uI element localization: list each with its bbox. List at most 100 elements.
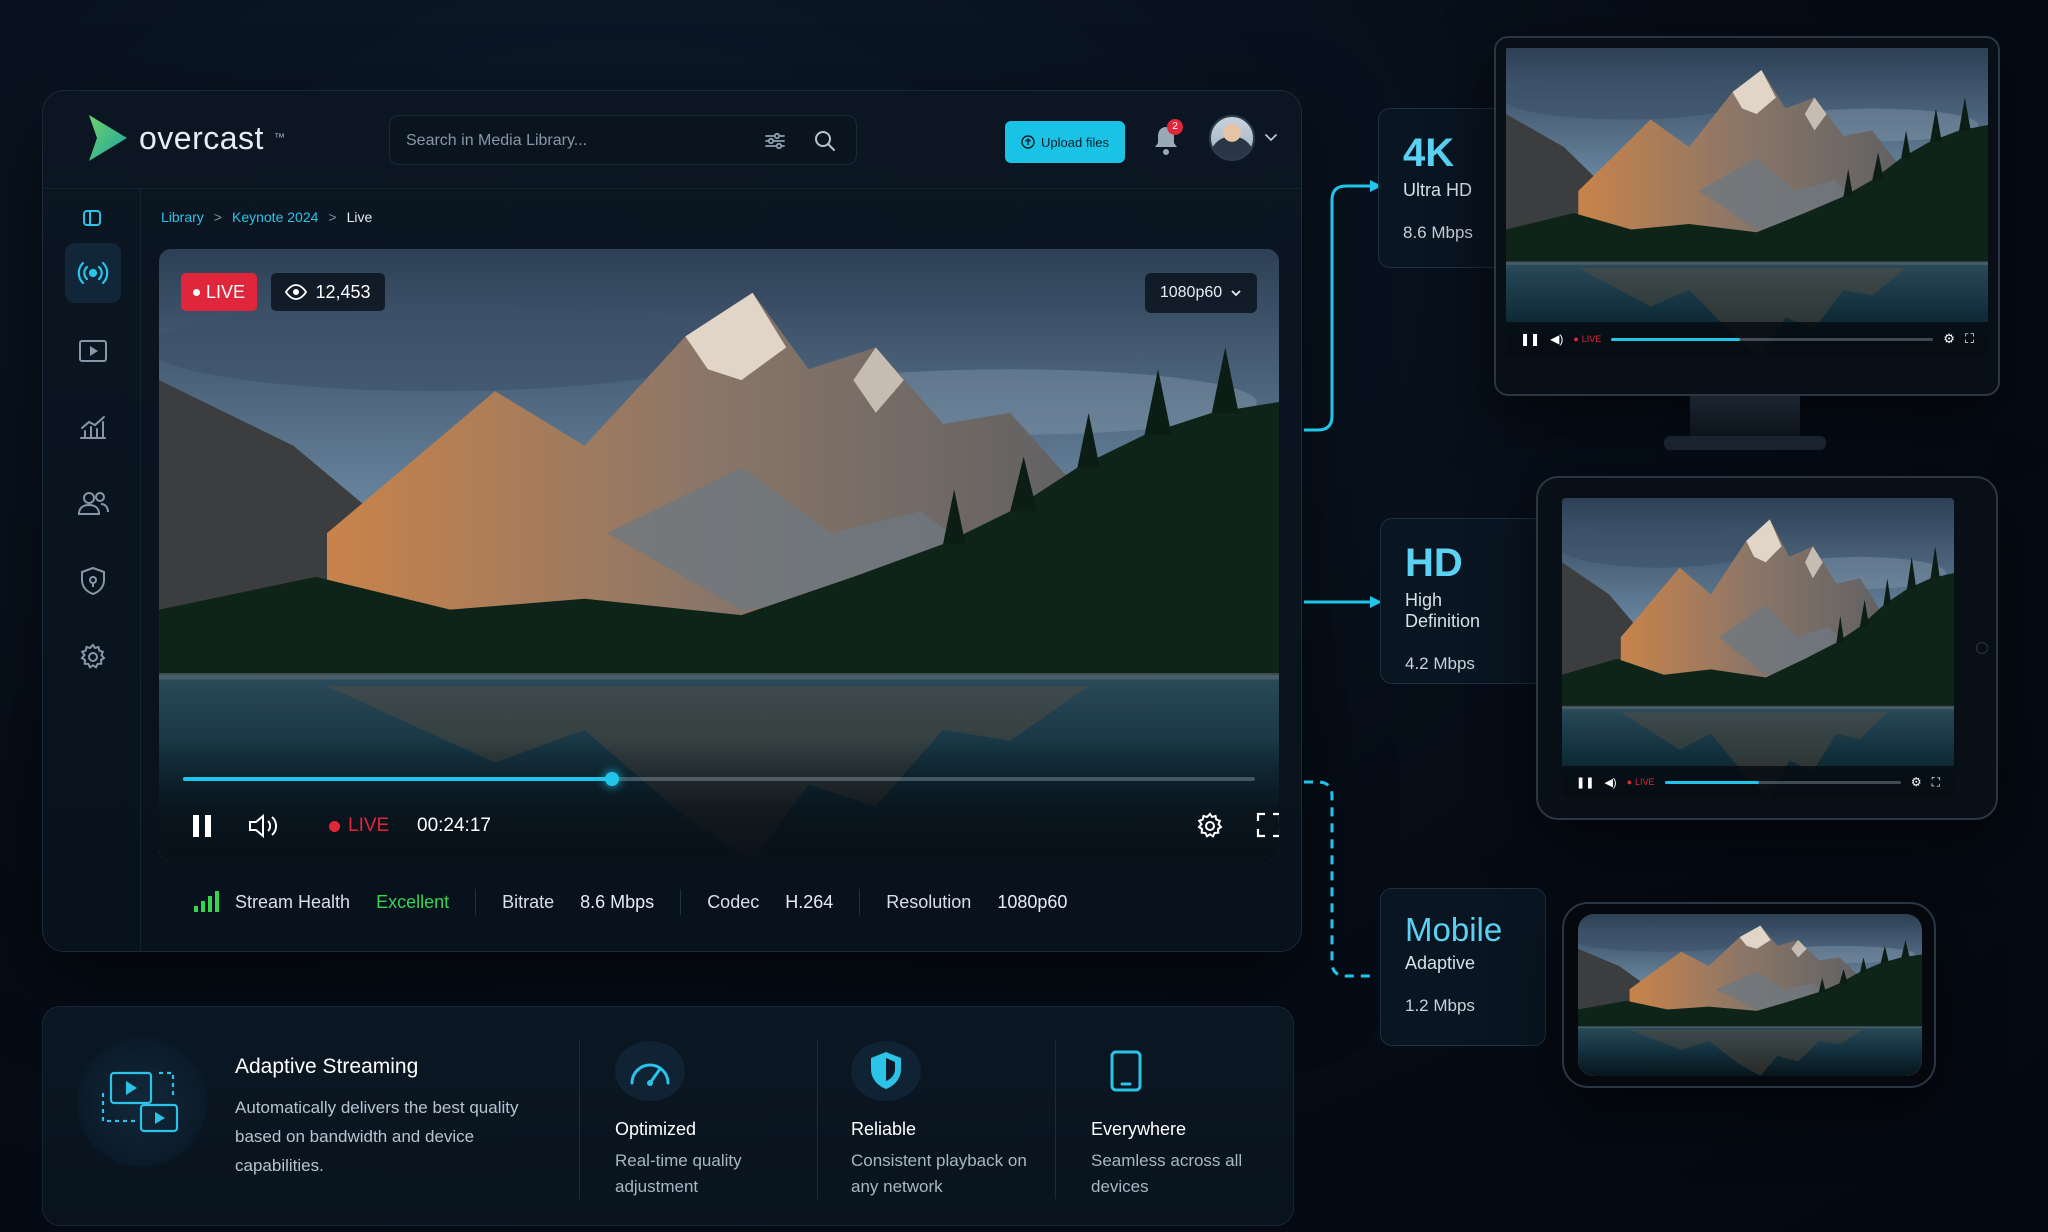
tier-card-mobile: Mobile Adaptive 1.2 Mbps xyxy=(1380,888,1546,1046)
desktop-progress-bar[interactable] xyxy=(1611,337,1934,341)
feature-everywhere-title: Everywhere xyxy=(1091,1119,1187,1139)
tier-sub: High Definition xyxy=(1405,590,1481,631)
bitrate-value: 8.6 Mbps xyxy=(580,891,655,912)
brand-logo[interactable]: overcast ™ xyxy=(85,113,285,163)
sidebar-item-live[interactable] xyxy=(65,243,121,303)
filter-sliders-icon[interactable] xyxy=(762,128,788,154)
sidebar-collapse-icon[interactable] xyxy=(81,207,103,229)
tablet-camera xyxy=(1976,642,1988,654)
tier-name: 4K xyxy=(1403,131,1455,175)
video-player[interactable]: LIVE 12,453 1080p60 LIVE 00:24:17 xyxy=(159,249,1279,861)
top-bar: overcast ™ Upload files xyxy=(43,91,1301,189)
volume-icon[interactable]: ◀) xyxy=(1604,776,1616,789)
progress-bar[interactable] xyxy=(183,772,1255,786)
tier-rate: 4.2 Mbps xyxy=(1405,654,1475,673)
notification-count-badge: 2 xyxy=(1167,119,1183,135)
tablet-icon xyxy=(1091,1041,1161,1101)
brand-trademark: ™ xyxy=(273,132,285,144)
divider xyxy=(579,1039,580,1199)
viewer-count-value: 12,453 xyxy=(315,281,371,302)
search-icon[interactable] xyxy=(812,128,838,154)
breadcrumb-separator: > xyxy=(328,209,337,225)
tier-sub: Adaptive xyxy=(1405,953,1476,973)
screens-icon xyxy=(101,1071,179,1133)
upload-files-button[interactable]: Upload files xyxy=(1005,121,1125,163)
divider xyxy=(1055,1039,1056,1199)
desktop-monitor: ❚❚ ◀) ● LIVE ⚙ ⛶ xyxy=(1494,36,2000,396)
live-badge: LIVE xyxy=(181,273,257,311)
tier-rate: 8.6 Mbps xyxy=(1403,223,1473,242)
sidebar-item-settings[interactable] xyxy=(65,627,121,687)
search-box xyxy=(389,115,857,165)
tier-card-hd: HD High Definition 4.2 Mbps xyxy=(1380,518,1546,684)
broadcast-icon xyxy=(77,261,109,285)
pause-icon[interactable] xyxy=(189,811,215,841)
divider xyxy=(859,889,861,915)
quality-value: 1080p60 xyxy=(1159,284,1223,301)
sidebar-item-analytics[interactable] xyxy=(65,397,121,457)
live-dot xyxy=(329,820,340,832)
tablet-progress-bar[interactable] xyxy=(1664,780,1901,784)
adaptive-streaming-icon xyxy=(77,1037,207,1167)
brand-name: overcast xyxy=(139,119,264,156)
user-avatar[interactable] xyxy=(1209,115,1255,161)
analytics-chart-icon xyxy=(80,416,106,439)
search-input[interactable] xyxy=(406,128,746,154)
sidebar-item-audience[interactable] xyxy=(65,473,121,533)
volume-icon[interactable]: ◀) xyxy=(1550,332,1563,346)
bitrate-label: Bitrate xyxy=(502,891,555,912)
sidebar-item-videos[interactable] xyxy=(65,321,121,381)
desktop-video-frame xyxy=(1506,48,1988,356)
feature-reliable: Reliable Consistent playback on any netw… xyxy=(851,1041,1031,1200)
feature-optimized-desc: Real-time quality adjustment xyxy=(615,1151,742,1196)
phone-video-frame xyxy=(1578,914,1922,1076)
quality-selector[interactable]: 1080p60 xyxy=(1145,273,1257,313)
monitor-base xyxy=(1664,436,1826,450)
tablet-live-indicator: ● LIVE xyxy=(1626,777,1655,787)
chevron-down-icon xyxy=(1231,290,1241,297)
live-indicator: LIVE xyxy=(329,815,389,837)
stream-health-value: Excellent xyxy=(376,891,450,912)
fullscreen-icon[interactable] xyxy=(1255,811,1279,839)
gear-icon xyxy=(80,643,106,669)
codec-value: H.264 xyxy=(785,891,834,912)
fullscreen-icon[interactable]: ⛶ xyxy=(1932,775,1940,790)
desktop-screen: ❚❚ ◀) ● LIVE ⚙ ⛶ xyxy=(1506,48,1988,356)
speedometer-icon xyxy=(615,1041,685,1101)
upload-files-label: Upload files xyxy=(1041,134,1109,150)
progress-thumb[interactable] xyxy=(604,772,619,786)
phone-screen xyxy=(1578,914,1922,1076)
volume-icon[interactable] xyxy=(247,811,279,841)
tablet-device: ❚❚ ◀) ● LIVE ⚙ ⛶ xyxy=(1536,476,1998,820)
pause-icon[interactable]: ❚❚ xyxy=(1576,776,1594,789)
users-icon xyxy=(77,492,109,515)
resolution-value: 1080p60 xyxy=(997,891,1068,912)
phone-device xyxy=(1562,902,1936,1088)
tablet-player-controls: ❚❚ ◀) ● LIVE ⚙ ⛶ xyxy=(1562,766,1954,798)
chevron-down-icon[interactable] xyxy=(1263,129,1279,145)
shield-icon xyxy=(81,566,105,596)
breadcrumb-keynote[interactable]: Keynote 2024 xyxy=(232,209,318,225)
tablet-video-frame xyxy=(1562,498,1954,798)
shield-icon xyxy=(851,1041,921,1101)
desktop-player-controls: ❚❚ ◀) ● LIVE ⚙ ⛶ xyxy=(1506,322,1988,356)
app-window: overcast ™ Upload files xyxy=(42,90,1302,952)
sidebar-item-security[interactable] xyxy=(65,551,121,611)
breadcrumb-library[interactable]: Library xyxy=(161,209,204,225)
divider xyxy=(680,889,682,915)
feature-reliable-desc: Consistent playback on any network xyxy=(851,1151,1027,1196)
fullscreen-icon[interactable]: ⛶ xyxy=(1965,331,1974,347)
desktop-live-indicator: ● LIVE xyxy=(1573,334,1602,344)
controls-overlay xyxy=(159,741,1279,861)
signal-bars-icon xyxy=(194,891,219,912)
breadcrumb-current: Live xyxy=(346,209,373,225)
resolution-label: Resolution xyxy=(886,891,972,912)
tablet-progress-fill xyxy=(1664,780,1760,784)
breadcrumb-separator: > xyxy=(213,209,222,225)
tier-name: Mobile xyxy=(1405,911,1503,948)
tablet-screen: ❚❚ ◀) ● LIVE ⚙ ⛶ xyxy=(1562,498,1954,798)
gear-icon[interactable]: ⚙ xyxy=(1943,331,1955,347)
pause-icon[interactable]: ❚❚ xyxy=(1520,332,1540,346)
settings-gear-icon[interactable] xyxy=(1195,811,1225,841)
gear-icon[interactable]: ⚙ xyxy=(1911,775,1922,789)
